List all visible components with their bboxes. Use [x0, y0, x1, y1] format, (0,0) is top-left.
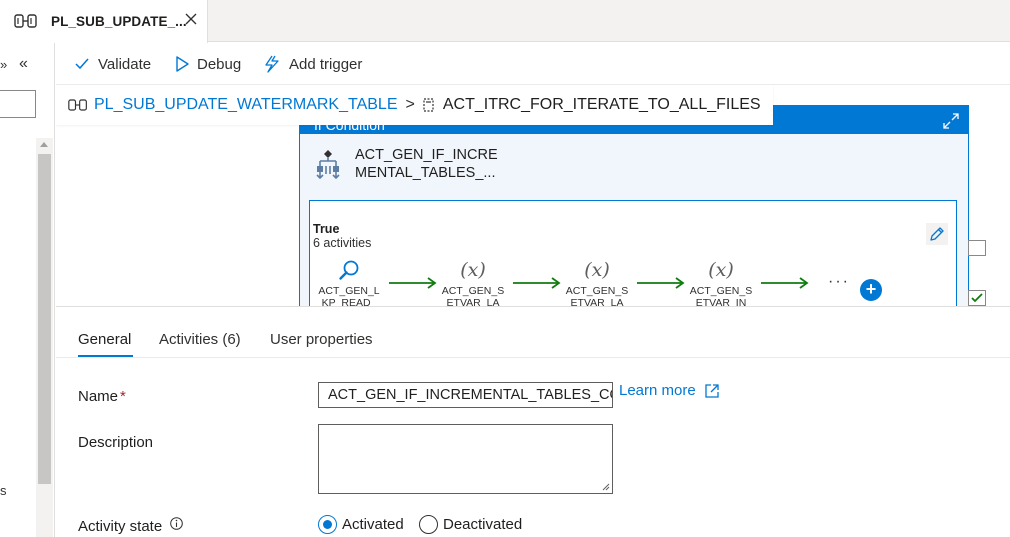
- if-condition-icon: [316, 150, 340, 180]
- resource-filter-input[interactable]: [0, 90, 36, 118]
- active-tab-indicator: [78, 355, 133, 357]
- true-branch-container[interactable]: True 6 activities ACT_GEN_L KP_READ_ (x)…: [309, 200, 957, 306]
- factory-resources-pane: » « s: [0, 43, 55, 537]
- success-arrow-icon: [513, 277, 561, 289]
- description-label: Description: [78, 434, 154, 451]
- breadcrumb: PL_SUB_UPDATE_WATERMARK_TABLE > ACT_ITRC…: [56, 85, 773, 125]
- collapse-expand-icon[interactable]: [942, 112, 960, 130]
- debug-button[interactable]: Debug: [175, 43, 241, 85]
- more-activities-ellipsis[interactable]: ···: [828, 273, 850, 291]
- step-label-line2: ETVAR_IN: [695, 297, 747, 306]
- play-icon: [176, 56, 189, 72]
- step-label: ACT_GEN_L KP_READ_: [314, 285, 384, 306]
- step-label-line2: KP_READ_: [321, 297, 377, 306]
- resize-handle-icon[interactable]: [602, 483, 610, 491]
- step-label: ACT_GEN_S ETVAR_IN: [686, 285, 756, 306]
- debug-label: Debug: [197, 55, 242, 73]
- step-label-line1: ACT_GEN_S: [689, 285, 753, 297]
- checkbox-icon[interactable]: [968, 290, 986, 306]
- trigger-icon: [265, 55, 279, 73]
- add-trigger-label: Add trigger: [289, 55, 363, 73]
- deactivated-label: Deactivated: [443, 516, 523, 533]
- expand-all-icon[interactable]: »: [0, 57, 7, 72]
- true-step-set-variable-3[interactable]: (x) ACT_GEN_S ETVAR_IN: [686, 257, 756, 306]
- edit-pencil-icon[interactable]: [926, 223, 948, 245]
- step-label-line2: ETVAR_LA: [446, 297, 500, 306]
- true-step-set-variable-1[interactable]: (x) ACT_GEN_S ETVAR_LA: [438, 257, 508, 306]
- validate-label: Validate: [98, 55, 152, 73]
- checkmark-icon: [75, 58, 89, 70]
- name-input[interactable]: ACT_GEN_IF_INCREMENTAL_TABLES_COL...: [318, 382, 613, 408]
- external-link-icon: [705, 383, 719, 398]
- true-branch-label: True: [313, 222, 340, 236]
- if-condition-name-line1: ACT_GEN_IF_INCRE: [355, 147, 498, 163]
- description-textarea[interactable]: [318, 424, 613, 494]
- variable-icon: (x): [460, 259, 486, 281]
- breadcrumb-pipeline-link[interactable]: PL_SUB_UPDATE_WATERMARK_TABLE: [94, 96, 398, 114]
- if-condition-name: ACT_GEN_IF_INCRE MENTAL_TABLES_...: [355, 146, 505, 182]
- tab-activities[interactable]: Activities (6): [159, 331, 241, 348]
- pipeline-toolbar: Validate Debug Add trigger: [56, 43, 1010, 85]
- panel-splitter[interactable]: [56, 306, 1010, 315]
- variable-icon: (x): [584, 259, 610, 281]
- variable-icon: (x): [708, 259, 734, 281]
- required-mark: *: [120, 388, 126, 405]
- success-arrow-icon: [761, 277, 809, 289]
- name-label: Name *: [78, 388, 126, 405]
- step-label-line2: ETVAR_LA: [570, 297, 624, 306]
- tab-user-properties[interactable]: User properties: [270, 331, 373, 348]
- lookup-icon: [314, 257, 384, 283]
- tab-title: PL_SUB_UPDATE_...: [51, 14, 187, 29]
- activated-radio[interactable]: Activated: [318, 515, 404, 534]
- radio-selected-icon: [318, 515, 337, 534]
- pane-scrollbar[interactable]: [36, 138, 53, 537]
- pipeline-icon: [68, 99, 87, 111]
- breadcrumb-separator: >: [405, 96, 415, 113]
- pipeline-tab[interactable]: PL_SUB_UPDATE_...: [0, 0, 208, 43]
- document-tab-strip: PL_SUB_UPDATE_...: [0, 0, 1010, 43]
- true-branch-count: 6 activities: [313, 236, 372, 250]
- info-icon[interactable]: [170, 517, 183, 530]
- pipeline-icon: [14, 14, 37, 28]
- scroll-up-icon[interactable]: [40, 142, 48, 147]
- step-label-line1: ACT_GEN_L: [318, 285, 380, 297]
- properties-panel: General Activities (6) User properties N…: [56, 312, 1010, 537]
- true-step-lookup[interactable]: ACT_GEN_L KP_READ_: [314, 257, 384, 306]
- step-label: ACT_GEN_S ETVAR_LA: [438, 285, 508, 306]
- validate-button[interactable]: Validate: [74, 43, 151, 85]
- if-condition-name-line2: MENTAL_TABLES_...: [355, 165, 496, 181]
- step-label: ACT_GEN_S ETVAR_LA: [562, 285, 632, 306]
- step-label-line1: ACT_GEN_S: [441, 285, 505, 297]
- activity-state-label: Activity state: [78, 518, 163, 535]
- step-label-line1: ACT_GEN_S: [565, 285, 629, 297]
- add-trigger-button[interactable]: Add trigger: [263, 43, 362, 85]
- learn-more-label: Learn more: [619, 382, 696, 399]
- redo-icon[interactable]: [968, 240, 986, 256]
- true-step-set-variable-2[interactable]: (x) ACT_GEN_S ETVAR_LA: [562, 257, 632, 306]
- truncated-resource-label: s: [0, 483, 7, 498]
- breadcrumb-current-activity: ACT_ITRC_FOR_ITERATE_TO_ALL_FILES: [442, 96, 761, 113]
- foreach-icon: [423, 98, 434, 112]
- pipeline-canvas[interactable]: PL_SUB_UPDATE_WATERMARK_TABLE > ACT_ITRC…: [56, 85, 1010, 306]
- collapse-pane-icon[interactable]: «: [19, 55, 28, 73]
- success-arrow-icon: [637, 277, 685, 289]
- close-icon[interactable]: [184, 12, 198, 26]
- learn-more-link[interactable]: Learn more: [619, 382, 719, 399]
- properties-tabs: General Activities (6) User properties: [56, 312, 1010, 358]
- scrollbar-thumb[interactable]: [38, 154, 51, 484]
- success-arrow-icon: [389, 277, 437, 289]
- deactivated-radio[interactable]: Deactivated: [419, 515, 522, 534]
- name-label-text: Name: [78, 388, 119, 405]
- tab-general[interactable]: General: [78, 331, 131, 348]
- add-activity-button[interactable]: +: [860, 279, 882, 301]
- activated-label: Activated: [342, 516, 404, 533]
- radio-unselected-icon: [419, 515, 438, 534]
